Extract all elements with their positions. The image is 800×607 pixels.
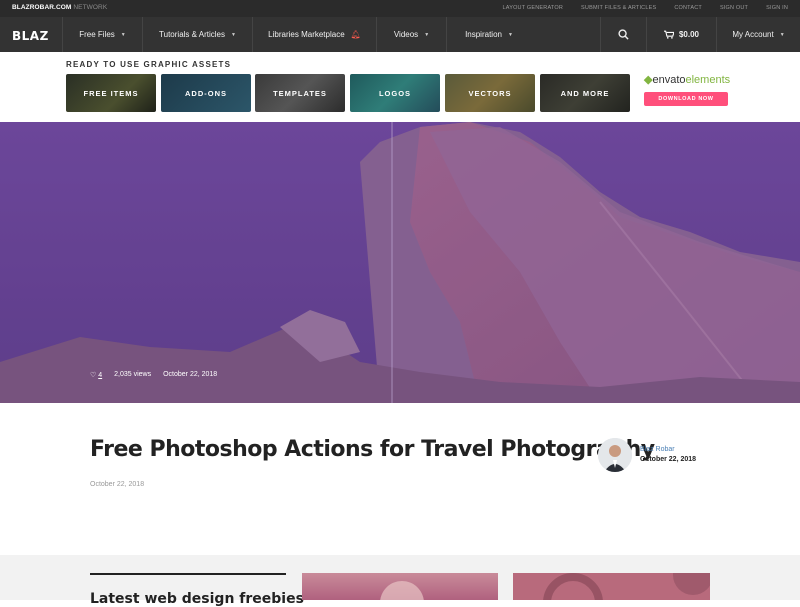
graphic-assets-strip: READY TO USE GRAPHIC ASSETS FREE ITEMS A… xyxy=(0,52,800,122)
nav-item-label: Libraries Marketplace xyxy=(268,30,345,39)
freebie-thumbnail xyxy=(380,581,424,600)
article-title: Free Photoshop Actions for Travel Photog… xyxy=(90,437,655,462)
topbar-link-contact[interactable]: CONTACT xyxy=(674,5,702,11)
coastal-landscape-image xyxy=(0,122,800,403)
avatar-photo xyxy=(598,438,632,472)
nav-item-label: Free Files xyxy=(79,30,115,39)
chevron-down-icon: ▼ xyxy=(507,31,513,38)
cart-button[interactable]: $0.00 xyxy=(646,17,716,52)
freebie-card[interactable] xyxy=(302,573,498,600)
topbar-links: LAYOUT GENERATOR SUBMIT FILES & ARTICLES… xyxy=(484,5,788,11)
nav-item-label: Inspiration xyxy=(465,30,502,39)
bell-icon: 🔔︎ xyxy=(350,30,361,39)
network-brand[interactable]: BLAZROBAR.COM NETWORK xyxy=(12,4,107,11)
assets-heading: READY TO USE GRAPHIC ASSETS xyxy=(66,60,232,69)
article-date: October 22, 2018 xyxy=(90,481,145,488)
search-button[interactable] xyxy=(600,17,646,52)
asset-tile-label: TEMPLATES xyxy=(273,88,327,98)
search-icon xyxy=(618,29,629,40)
section-divider xyxy=(90,573,286,575)
nav-item-label: Videos xyxy=(393,30,419,39)
envato-elements-logo[interactable]: ◆envatoelements xyxy=(644,73,730,86)
chevron-down-icon: ▼ xyxy=(120,31,126,38)
download-now-button[interactable]: DOWNLOAD NOW xyxy=(644,92,728,106)
nav-item-videos[interactable]: Videos ▼ xyxy=(376,17,446,52)
topbar-link-layout-generator[interactable]: LAYOUT GENERATOR xyxy=(502,5,563,11)
asset-tile-label: ADD-ONS xyxy=(185,88,227,98)
topbar-link-sign-in[interactable]: SIGN IN xyxy=(766,5,788,11)
asset-tile-and-more[interactable]: AND MORE xyxy=(540,74,630,112)
asset-tile-free-items[interactable]: FREE ITEMS xyxy=(66,74,156,112)
topbar-link-sign-out[interactable]: SIGN OUT xyxy=(720,5,748,11)
hero-date: October 22, 2018 xyxy=(163,371,218,378)
nav-item-tutorials[interactable]: Tutorials & Articles ▼ xyxy=(142,17,252,52)
nav-item-label: Tutorials & Articles xyxy=(159,30,225,39)
network-topbar: BLAZROBAR.COM NETWORK LAYOUT GENERATOR S… xyxy=(0,0,800,17)
chevron-down-icon: ▼ xyxy=(424,31,430,38)
author-name[interactable]: Blaz Robar xyxy=(640,446,675,453)
hero-image: ♡ 4 2,035 views October 22, 2018 xyxy=(0,122,800,403)
asset-tile-vectors[interactable]: VECTORS xyxy=(445,74,535,112)
view-count: 2,035 views xyxy=(114,371,152,378)
asset-tile-label: AND MORE xyxy=(560,88,610,98)
main-nav: BLAZ Free Files ▼ Tutorials & Articles ▼ L… xyxy=(0,17,800,52)
nav-item-free-files[interactable]: Free Files ▼ xyxy=(62,17,142,52)
cart-icon xyxy=(663,30,674,39)
asset-tile-label: FREE ITEMS xyxy=(83,88,139,98)
asset-tile-label: LOGOS xyxy=(378,88,412,98)
chevron-down-icon: ▼ xyxy=(231,31,236,38)
likes-button[interactable]: ♡ 4 xyxy=(90,371,102,379)
nav-item-libraries[interactable]: Libraries Marketplace 🔔︎ xyxy=(252,17,376,52)
author-avatar[interactable] xyxy=(598,438,632,472)
site-logo[interactable]: BLAZ xyxy=(12,29,49,43)
topbar-link-submit[interactable]: SUBMIT FILES & ARTICLES xyxy=(581,5,656,11)
cart-total: $0.00 xyxy=(678,30,700,39)
nav-item-inspiration[interactable]: Inspiration ▼ xyxy=(446,17,531,52)
latest-heading: Latest web design freebies xyxy=(90,591,304,607)
asset-tile-logos[interactable]: LOGOS xyxy=(350,74,440,112)
heart-icon: ♡ xyxy=(90,372,97,379)
hero-meta: ♡ 4 2,035 views October 22, 2018 xyxy=(90,371,217,379)
author-date: October 22, 2018 xyxy=(640,456,697,463)
my-account-menu[interactable]: My Account ▼ xyxy=(716,17,800,52)
freebie-thumbnail xyxy=(543,573,710,600)
asset-tile-templates[interactable]: TEMPLATES xyxy=(255,74,345,112)
freebie-card[interactable] xyxy=(513,573,710,600)
asset-tile-add-ons[interactable]: ADD-ONS xyxy=(161,74,251,112)
my-account-label: My Account xyxy=(732,30,774,39)
asset-tile-label: VECTORS xyxy=(468,88,512,98)
chevron-down-icon: ▼ xyxy=(779,31,785,38)
latest-freebies-section: Latest web design freebies xyxy=(0,555,800,607)
